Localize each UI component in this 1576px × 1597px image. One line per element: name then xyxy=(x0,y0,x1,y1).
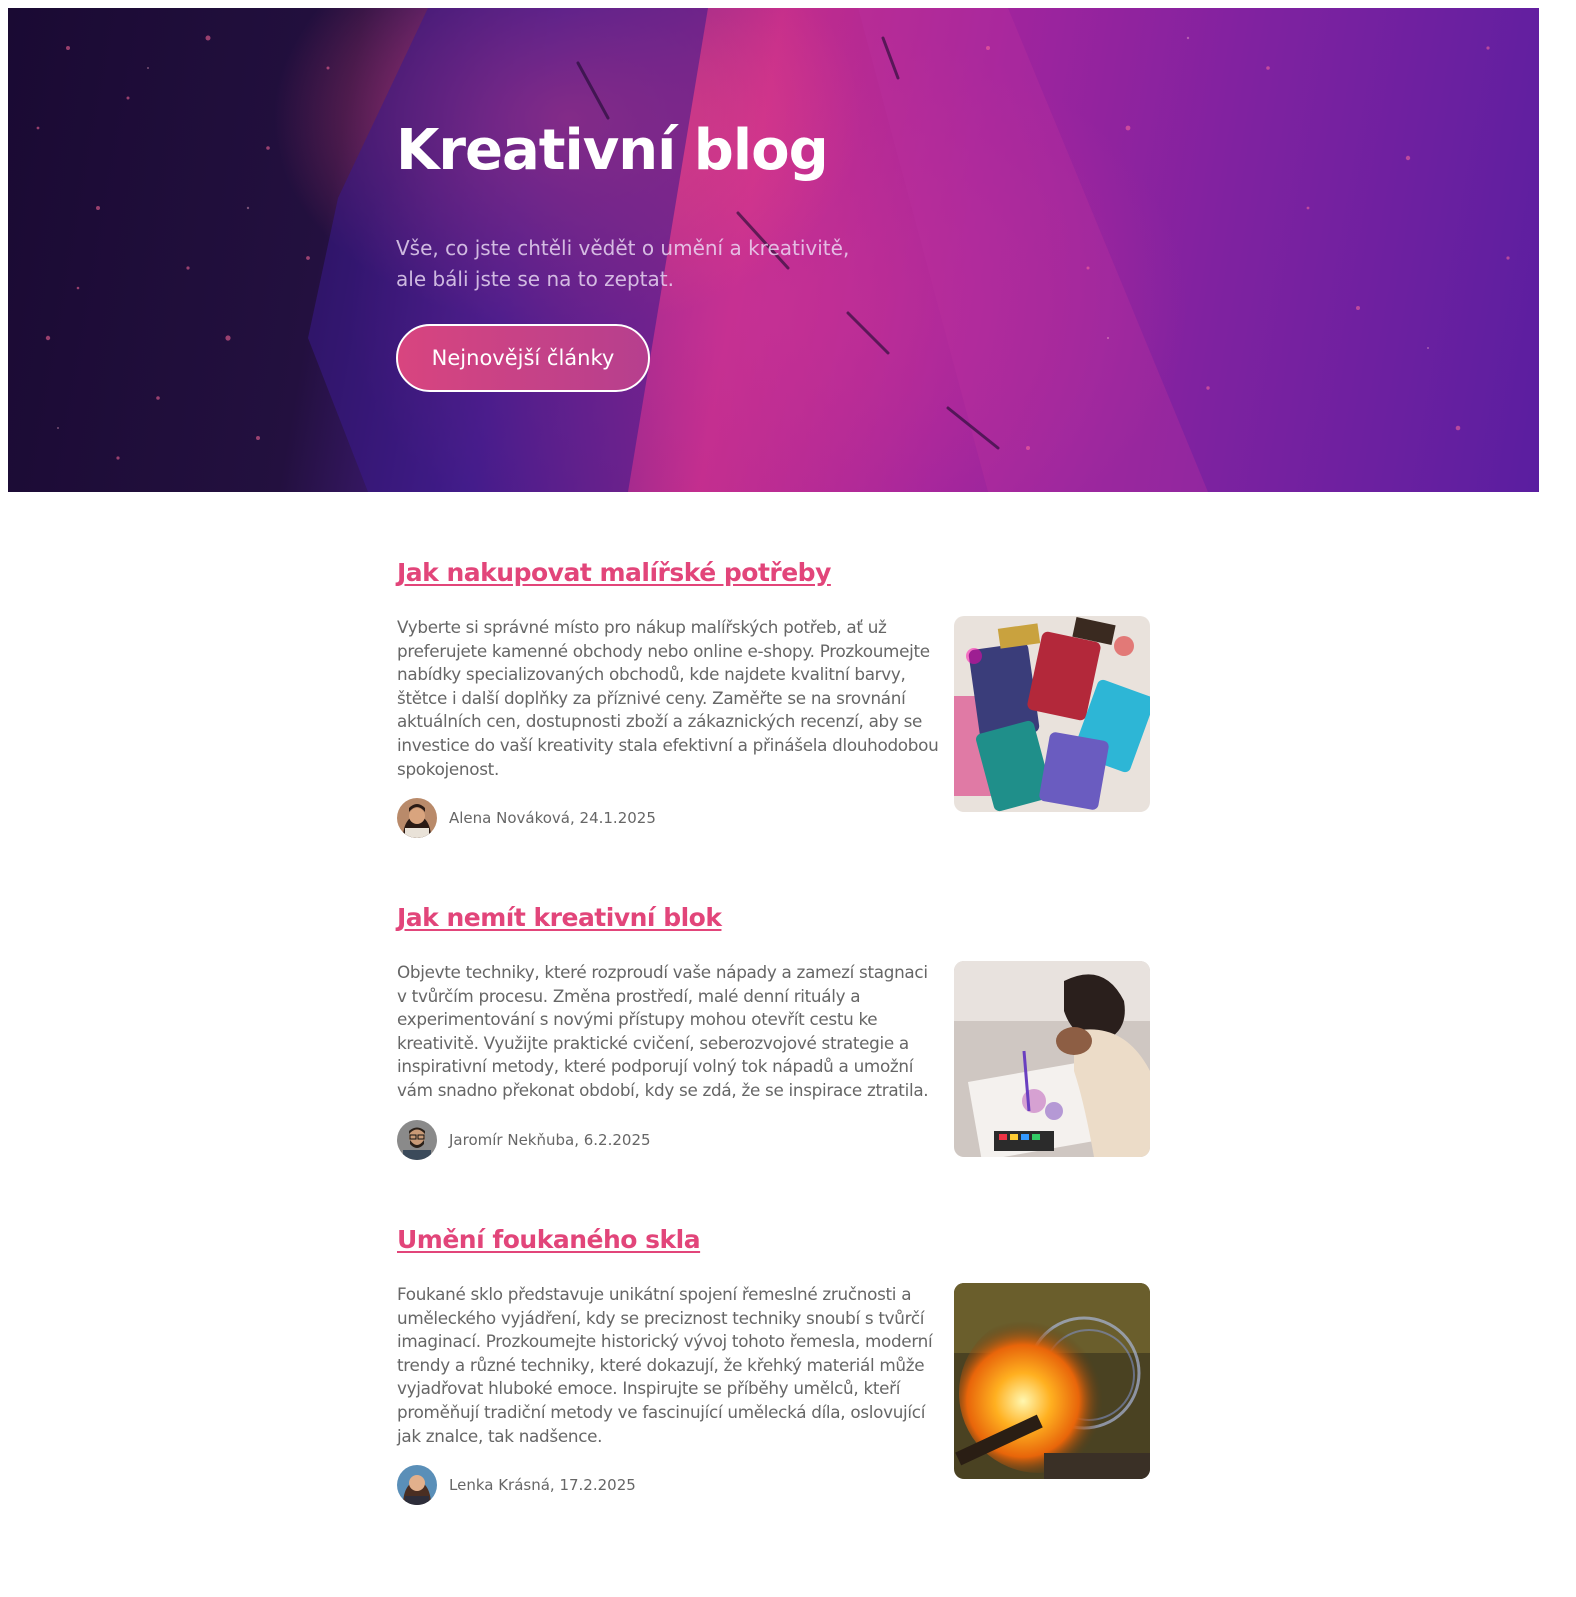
author-avatar xyxy=(397,1465,437,1505)
author-date: Alena Nováková, 24.1.2025 xyxy=(449,809,656,827)
article-meta: Jaromír Nekňuba, 6.2.2025 xyxy=(397,1120,651,1160)
article-card: Jak nakupovat malířské potřeby Vyberte s… xyxy=(397,558,1153,840)
article-excerpt: Vyberte si správné místo pro nákup malíř… xyxy=(397,617,939,779)
author-date: Jaromír Nekňuba, 6.2.2025 xyxy=(449,1131,651,1149)
woman-painting-image xyxy=(954,961,1150,1157)
article-title-link[interactable]: Jak nakupovat malířské potřeby xyxy=(397,558,1153,587)
article-meta: Lenka Krásná, 17.2.2025 xyxy=(397,1465,636,1505)
article-meta: Alena Nováková, 24.1.2025 xyxy=(397,798,656,838)
article-card: Umění foukaného skla Foukané sklo předst… xyxy=(397,1225,1153,1515)
article-card: Jak nemít kreativní blok Objevte technik… xyxy=(397,903,1153,1163)
author-avatar xyxy=(397,1120,437,1160)
article-title-link[interactable]: Umění foukaného skla xyxy=(397,1225,1153,1254)
author-date: Lenka Krásná, 17.2.2025 xyxy=(449,1476,636,1494)
latest-articles-button[interactable]: Nejnovější články xyxy=(396,324,650,392)
article-excerpt: Objevte techniky, které rozproudí vaše n… xyxy=(397,962,929,1100)
paintbrushes-image xyxy=(954,616,1150,812)
hero-title: Kreativní blog xyxy=(396,118,829,183)
article-excerpt: Foukané sklo představuje unikátní spojen… xyxy=(397,1284,933,1446)
author-avatar xyxy=(397,798,437,838)
article-title-link[interactable]: Jak nemít kreativní blok xyxy=(397,903,1153,932)
hero-subtitle: Vše, co jste chtěli vědět o umění a krea… xyxy=(396,236,850,291)
glass-blowing-image xyxy=(954,1283,1150,1479)
hero-banner: Kreativní blog Vše, co jste chtěli vědět… xyxy=(8,8,1539,492)
